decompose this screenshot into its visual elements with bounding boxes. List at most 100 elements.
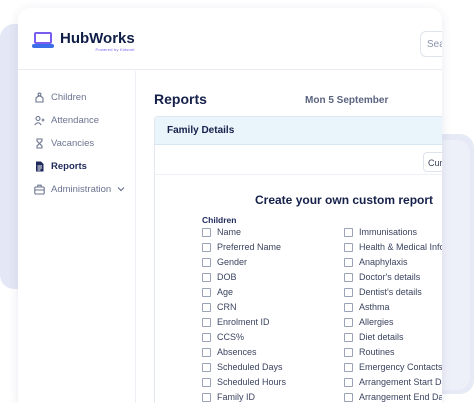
checkbox-option[interactable]: Absences <box>202 347 257 357</box>
current-date: Mon 5 September <box>305 95 389 106</box>
checkbox-label: Health & Medical Info <box>359 242 442 252</box>
family-details-panel: Family Details Cur Create your own custo… <box>154 116 442 403</box>
checkbox-option[interactable]: Enrolment ID <box>202 317 270 327</box>
sidebar-item-label: Children <box>51 92 87 103</box>
brand-tagline: Powered by Kidsnet <box>95 47 135 52</box>
checkbox-label: Doctor's details <box>359 272 421 282</box>
laptop-logo-icon <box>32 31 54 49</box>
checkbox[interactable] <box>202 227 211 237</box>
checkbox-label: Arrangement End Date <box>359 392 442 402</box>
checkbox-label: Dentist's details <box>359 287 422 297</box>
panel-title: Family Details <box>155 117 442 145</box>
checkbox-label: Diet details <box>359 332 404 342</box>
checkbox[interactable] <box>202 362 211 372</box>
checkbox-option[interactable]: Family ID <box>202 392 255 402</box>
checkbox[interactable] <box>202 347 211 357</box>
sidebar-item-attendance[interactable]: Attendance <box>34 115 99 126</box>
chevron-down-icon[interactable] <box>117 185 125 194</box>
checkbox-option[interactable]: Preferred Name <box>202 242 281 252</box>
checkbox-option[interactable]: Arrangement Start Date <box>344 377 442 387</box>
checkbox[interactable] <box>344 332 353 342</box>
checkbox[interactable] <box>202 332 211 342</box>
sidebar-item-label: Administration <box>51 184 112 195</box>
checkbox-option[interactable]: Age <box>202 287 233 297</box>
section-label-children: Children <box>202 215 237 225</box>
checkbox-option[interactable]: Emergency Contacts <box>344 362 442 372</box>
checkbox-option[interactable]: Scheduled Days <box>202 362 283 372</box>
checkbox-option[interactable]: Routines <box>344 347 395 357</box>
briefcase-icon <box>34 184 45 195</box>
checkbox[interactable] <box>344 272 353 282</box>
checkbox-label: CRN <box>217 302 237 312</box>
checkbox[interactable] <box>202 377 211 387</box>
checkbox-label: Immunisations <box>359 227 418 237</box>
checkbox-option[interactable]: Doctor's details <box>344 272 420 282</box>
checkbox-option[interactable]: Diet details <box>344 332 404 342</box>
hourglass-icon <box>34 138 45 149</box>
sidebar-item-administration[interactable]: Administration <box>34 184 125 195</box>
panel-toolbar: Cur <box>155 145 442 175</box>
checkbox-label: Enrolment ID <box>217 317 270 327</box>
sidebar-item-label: Vacancies <box>51 138 95 149</box>
top-header: HubWorks Powered by Kidsnet Search <box>18 8 442 70</box>
checkbox-label: Scheduled Days <box>217 362 283 372</box>
sidebar-item-vacancies[interactable]: Vacancies <box>34 138 94 149</box>
checkbox[interactable] <box>202 392 211 402</box>
page-title: Reports <box>154 91 207 107</box>
checkbox-option[interactable]: Arrangement End Date <box>344 392 442 402</box>
document-icon <box>34 161 45 172</box>
checkbox-option[interactable]: Dentist's details <box>344 287 422 297</box>
checkbox[interactable] <box>344 242 353 252</box>
checkbox-label: Asthma <box>359 302 390 312</box>
hubworks-logo[interactable]: HubWorks Powered by Kidsnet <box>32 31 135 52</box>
checkbox[interactable] <box>202 257 211 267</box>
checkbox-option[interactable]: Anaphylaxis <box>344 257 408 267</box>
checkbox-option[interactable]: Immunisations <box>344 227 417 237</box>
sidebar-item-children[interactable]: Children <box>34 92 86 103</box>
checkbox-option[interactable]: Health & Medical Info <box>344 242 442 252</box>
sidebar: Children Attendance Vacancies Reports Ad… <box>18 71 136 403</box>
checkbox-label: Allergies <box>359 317 394 327</box>
checkbox-option[interactable]: CRN <box>202 302 237 312</box>
checkbox-option[interactable]: DOB <box>202 272 237 282</box>
custom-report-heading: Create your own custom report <box>255 193 434 207</box>
search-input[interactable]: Search <box>420 31 442 57</box>
checkbox[interactable] <box>344 362 353 372</box>
checkbox[interactable] <box>344 227 353 237</box>
checkbox-option[interactable]: Gender <box>202 257 247 267</box>
checkbox-label: Preferred Name <box>217 242 282 252</box>
checkbox[interactable] <box>344 302 353 312</box>
checkbox-label: Gender <box>217 257 248 267</box>
app-window: HubWorks Powered by Kidsnet Search Child… <box>18 8 442 403</box>
checkbox[interactable] <box>344 317 353 327</box>
checkbox[interactable] <box>344 392 353 402</box>
checkbox-option[interactable]: Name <box>202 227 241 237</box>
report-type-select[interactable]: Cur <box>423 152 442 172</box>
search-placeholder: Search <box>427 39 442 50</box>
checkbox-label: Absences <box>217 347 257 357</box>
checkbox[interactable] <box>344 377 353 387</box>
brand-name: HubWorks <box>60 30 135 47</box>
checkbox-label: CCS% <box>217 332 245 342</box>
main-content: Reports Mon 5 September Family Details C… <box>137 71 442 403</box>
checkbox[interactable] <box>202 302 211 312</box>
checkbox-option[interactable]: Allergies <box>344 317 394 327</box>
background-card-right-inner <box>440 140 470 390</box>
checkbox-option[interactable]: Scheduled Hours <box>202 377 286 387</box>
checkbox[interactable] <box>344 347 353 357</box>
checkbox-option[interactable]: CCS% <box>202 332 244 342</box>
checkbox[interactable] <box>202 272 211 282</box>
sidebar-item-label: Attendance <box>51 115 100 126</box>
sidebar-item-reports[interactable]: Reports <box>34 161 87 172</box>
checkbox-label: Routines <box>359 347 395 357</box>
checkbox[interactable] <box>344 257 353 267</box>
checkbox-label: Emergency Contacts <box>359 362 442 372</box>
checkbox-label: Scheduled Hours <box>217 377 287 387</box>
checkbox[interactable] <box>202 317 211 327</box>
checkbox[interactable] <box>202 287 211 297</box>
checkbox[interactable] <box>202 242 211 252</box>
checkbox-option[interactable]: Asthma <box>344 302 390 312</box>
checkbox-label: Anaphylaxis <box>359 257 408 267</box>
checkbox-label: Arrangement Start Date <box>359 377 442 387</box>
checkbox[interactable] <box>344 287 353 297</box>
